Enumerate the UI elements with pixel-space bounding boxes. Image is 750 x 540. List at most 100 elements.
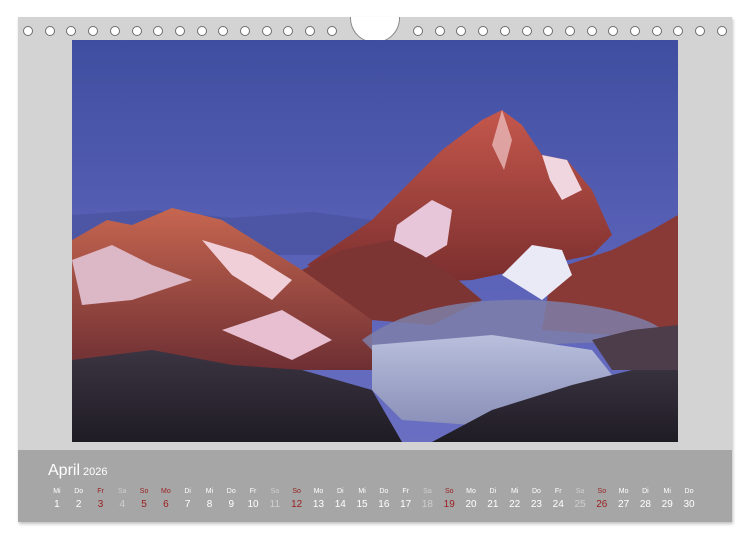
- day-cell: Di 7: [177, 487, 199, 513]
- day-cell: Do 23: [526, 487, 548, 513]
- month-name: April: [48, 462, 81, 479]
- weekday-label: Sa: [575, 488, 585, 495]
- weekday-label: Do: [684, 488, 694, 495]
- day-cell: Do 16: [373, 487, 395, 513]
- day-cell: Mo 6: [155, 487, 177, 513]
- day-number: 22: [509, 499, 521, 510]
- weekday-label: Do: [531, 488, 541, 495]
- weekday-label: Di: [184, 488, 191, 495]
- day-number: 26: [596, 499, 608, 510]
- binding-ring-icon: [608, 26, 619, 36]
- day-number: 13: [312, 499, 325, 510]
- day-number: 3: [97, 499, 104, 510]
- weekday-label: Fr: [402, 488, 409, 495]
- binding-ring-icon: [456, 26, 467, 36]
- weekday-label: Mo: [466, 488, 476, 495]
- day-cell: Do 30: [678, 487, 700, 513]
- weekday-label: Mi: [53, 488, 61, 495]
- binding-ring-icon: [88, 26, 99, 36]
- day-cell: So 5: [133, 487, 155, 513]
- weekday-label: So: [292, 488, 301, 495]
- day-number: 28: [639, 499, 651, 510]
- day-number: 19: [443, 499, 455, 510]
- day-number: 23: [530, 499, 542, 510]
- binding-ring-icon: [131, 26, 142, 36]
- day-cell: Sa 18: [417, 487, 439, 513]
- day-cell: Fr 24: [547, 487, 569, 513]
- day-cell: Di 14: [329, 487, 351, 513]
- weekday-label: Do: [379, 488, 389, 495]
- day-number: 12: [291, 499, 303, 510]
- weekday-label: Fr: [97, 488, 104, 495]
- binding-ring-icon: [23, 26, 33, 36]
- day-number: 20: [465, 499, 477, 510]
- binding-ring-icon: [218, 26, 229, 36]
- day-number: 1: [54, 499, 60, 510]
- weekday-label: Sa: [270, 488, 280, 495]
- day-cell: Mi 22: [504, 487, 526, 513]
- binding-ring-icon: [586, 26, 597, 36]
- binding-ring-icon: [66, 26, 77, 36]
- binding-ring-icon: [434, 26, 445, 36]
- weekday-label: Sa: [118, 488, 127, 495]
- day-cell: Mo 27: [613, 487, 635, 513]
- weekday-label: Mi: [358, 488, 366, 495]
- weekday-label: Do: [74, 488, 84, 495]
- weekday-label: So: [597, 488, 607, 495]
- day-cell: Mo 20: [460, 487, 482, 513]
- binding-ring-icon: [543, 26, 554, 36]
- day-number: 15: [356, 499, 368, 510]
- binding-ring-icon: [261, 26, 272, 36]
- weekday-label: Mo: [161, 488, 171, 495]
- binding-ring-icon: [240, 26, 250, 36]
- day-cell: Fr 17: [395, 487, 417, 513]
- weekday-label: Fr: [554, 488, 562, 495]
- day-number: 10: [247, 499, 259, 510]
- binding-ring-icon: [521, 26, 532, 36]
- weekday-label: Mo: [618, 488, 629, 495]
- mountain-photo: [72, 40, 678, 442]
- day-cell: Mi 29: [656, 487, 678, 513]
- year-label: 2026: [83, 466, 108, 478]
- day-cell: Fr 3: [90, 487, 112, 513]
- day-cell: Fr 10: [242, 487, 264, 513]
- binding-ring-icon: [174, 26, 185, 36]
- binding-ring-icon: [109, 26, 120, 36]
- day-cell: Mi 8: [199, 487, 221, 513]
- binding-ring-icon: [153, 26, 164, 36]
- day-number: 27: [618, 499, 630, 510]
- weekday-label: Mi: [205, 488, 214, 495]
- day-number: 14: [334, 499, 346, 510]
- binding-ring-icon: [413, 26, 423, 36]
- binding-ring-icon: [44, 26, 55, 36]
- day-number: 29: [661, 499, 673, 510]
- day-cell: Do 9: [220, 487, 242, 513]
- day-cell: So 26: [591, 487, 613, 513]
- weekday-label: So: [139, 488, 149, 495]
- day-number: 8: [206, 499, 213, 510]
- weekday-label: Do: [226, 488, 236, 495]
- weekday-label: Mo: [313, 488, 324, 495]
- day-cell: Sa 11: [264, 487, 286, 513]
- weekday-label: Mi: [510, 488, 519, 495]
- day-number: 5: [141, 499, 147, 510]
- calendar-page: April 2026 Mi 1 Do 2 Fr 3 Sa 4 So 5 Mo 6 Di 7 Mi 8 Do 9 Fr 1…: [18, 17, 732, 522]
- binding-ring-icon: [283, 26, 294, 36]
- binding-ring-icon: [695, 26, 706, 36]
- day-cell: Mi 1: [46, 487, 68, 513]
- weekday-label: Di: [489, 488, 497, 495]
- day-number: 7: [184, 499, 191, 510]
- binding-ring-icon: [499, 26, 510, 36]
- day-number: 30: [683, 499, 695, 510]
- day-cell: Di 28: [635, 487, 657, 513]
- binding-ring-icon: [651, 26, 662, 36]
- binding-ring-icon: [673, 26, 684, 36]
- day-cell: Do 2: [68, 487, 90, 513]
- weekday-label: Di: [336, 488, 344, 495]
- day-number: 6: [163, 499, 169, 510]
- weekday-label: Di: [642, 488, 649, 495]
- day-cell: Mi 15: [351, 487, 373, 513]
- day-cell: So 19: [438, 487, 460, 513]
- day-number: 9: [228, 499, 235, 510]
- weekday-label: Mi: [663, 488, 671, 495]
